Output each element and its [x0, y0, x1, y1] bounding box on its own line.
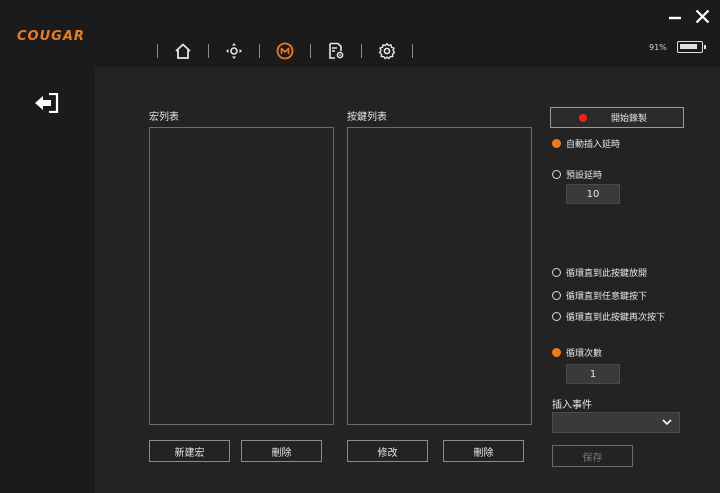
home-icon: [175, 43, 191, 59]
nav-home-button[interactable]: [158, 38, 208, 64]
loop-option-label: 循環直到此按鍵再次按下: [566, 313, 666, 323]
exit-button[interactable]: [34, 92, 60, 116]
nav-macro-button[interactable]: [260, 38, 310, 64]
nav-settings-button[interactable]: [362, 38, 412, 64]
radio-indicator: [552, 170, 561, 179]
battery-percentage: 91%: [649, 43, 667, 52]
preset-delay-input[interactable]: 10: [566, 184, 620, 204]
title-bar: COUGAR 91%: [0, 0, 720, 67]
nav-divider: [412, 44, 413, 58]
delete-key-button[interactable]: 刪除: [443, 440, 524, 462]
key-list-title: 按鍵列表: [347, 112, 387, 123]
window-controls: [668, 9, 710, 27]
macro-list[interactable]: [149, 127, 334, 425]
start-recording-label: 開始錄製: [611, 114, 648, 124]
radio-indicator: [552, 139, 561, 148]
macro-list-title: 宏列表: [149, 112, 179, 123]
radio-indicator: [552, 291, 561, 300]
insert-event-dropdown[interactable]: [552, 412, 680, 433]
main-nav: [157, 38, 413, 64]
preset-delay-label: 預設延時: [566, 171, 603, 181]
minimize-button[interactable]: [668, 10, 682, 27]
record-dot-icon: [579, 113, 587, 122]
radio-indicator: [552, 312, 561, 321]
battery-level-fill: [680, 44, 697, 49]
exit-arrow-icon: [35, 92, 59, 114]
battery-icon: [677, 41, 706, 53]
loop-option-label: 循環次數: [566, 349, 603, 359]
left-sidebar: [0, 67, 95, 493]
gear-icon: [378, 42, 396, 60]
loop-until-press-again-radio[interactable]: 循環直到此按鍵再次按下: [552, 310, 665, 323]
loop-until-release-radio[interactable]: 循環直到此按鍵放開: [552, 266, 647, 279]
loop-until-any-key-radio[interactable]: 循環直到任意鍵按下: [552, 289, 647, 302]
loop-count-radio[interactable]: 循環次數: [552, 346, 602, 359]
auto-delay-radio[interactable]: 自動插入延時: [552, 137, 620, 150]
insert-event-label: 插入事件: [552, 400, 592, 411]
radio-indicator: [552, 348, 561, 357]
loop-option-label: 循環直到此按鍵放開: [566, 269, 648, 279]
minimize-icon: [669, 16, 681, 19]
close-icon: [695, 9, 710, 24]
edit-key-button[interactable]: 修改: [347, 440, 428, 462]
macro-icon: [276, 42, 294, 60]
preset-delay-radio[interactable]: 預設延時: [552, 168, 602, 181]
chevron-down-icon: [662, 419, 672, 426]
loop-option-label: 循環直到任意鍵按下: [566, 292, 648, 302]
button-assignment-icon: [226, 43, 242, 59]
profile-file-icon: [329, 42, 344, 59]
start-recording-button[interactable]: 開始錄製: [550, 107, 684, 128]
delete-macro-button[interactable]: 刪除: [241, 440, 322, 462]
radio-indicator: [552, 268, 561, 277]
auto-delay-label: 自動插入延時: [566, 140, 621, 150]
new-macro-button[interactable]: 新建宏: [149, 440, 230, 462]
nav-profile-button[interactable]: [311, 38, 361, 64]
loop-count-input[interactable]: 1: [566, 364, 620, 384]
close-button[interactable]: [695, 9, 710, 27]
cougar-logo: COUGAR: [17, 29, 85, 44]
key-list[interactable]: [347, 127, 532, 425]
nav-buttons-button[interactable]: [209, 38, 259, 64]
save-button[interactable]: 保存: [552, 445, 633, 467]
